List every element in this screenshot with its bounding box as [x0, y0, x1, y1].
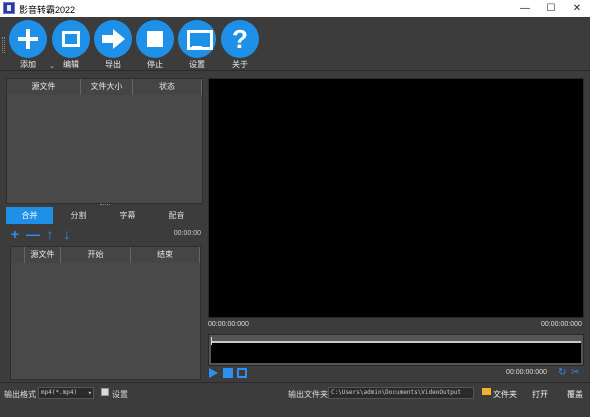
about-button[interactable]: ? 关于 [221, 20, 259, 72]
stop-button-label: 停止 [147, 60, 163, 69]
window-title: 影音转霸2022 [19, 5, 76, 15]
loop-icon[interactable]: ↻ [558, 368, 568, 378]
remove-segment-icon[interactable]: — [26, 227, 40, 241]
question-icon: ? [221, 20, 259, 58]
export-button[interactable]: 导出 [94, 20, 132, 72]
toolbar-grip[interactable] [2, 37, 5, 53]
tab-merge[interactable]: 合并 [6, 207, 53, 224]
time-end: 00:00:00:000 [541, 321, 582, 328]
column-segment-source[interactable]: 源文件 [25, 247, 61, 263]
output-folder-label: 输出文件夹 [288, 390, 328, 399]
export-button-label: 导出 [105, 60, 121, 69]
chevron-down-icon: ▾ [87, 389, 92, 397]
output-format-label: 输出格式 [4, 390, 36, 399]
tab-subtitle[interactable]: 字幕 [104, 207, 151, 224]
current-time: 00:00:00:000 [506, 369, 547, 376]
output-folder-path[interactable]: C:\Users\admin\Documents\VideoOutput [328, 387, 474, 399]
segment-time: 00:00:00 [173, 230, 201, 237]
plus-icon [9, 20, 47, 58]
minimize-button[interactable]: — [512, 0, 538, 17]
output-format-select[interactable]: mp4(*.mp4) ▾ [38, 387, 94, 399]
column-source-file[interactable]: 源文件 [7, 79, 81, 95]
timeline-playhead[interactable] [211, 337, 212, 345]
move-down-icon[interactable]: ↓ [60, 227, 74, 241]
monitor-icon [178, 20, 216, 58]
stop-button[interactable]: 停止 [136, 20, 174, 72]
segment-list[interactable]: 源文件 开始 结束 [10, 246, 201, 380]
play-icon[interactable] [209, 368, 218, 378]
app-logo-icon [3, 2, 15, 14]
status-bar: 输出格式 mp4(*.mp4) ▾ 设置 输出文件夹 C:\Users\admi… [0, 382, 590, 417]
move-up-icon[interactable]: ↑ [43, 227, 57, 241]
edit-button[interactable]: 编辑 [52, 20, 90, 72]
timeline[interactable] [208, 334, 584, 366]
mode-tabs: 合并 分割 字幕 配音 [6, 206, 203, 224]
open-folder-button[interactable]: 打开 [532, 389, 548, 400]
folder-icon [482, 388, 491, 395]
title-bar: 影音转霸2022 — ☐ ✕ [0, 0, 590, 17]
add-button-label: 添加 [20, 60, 36, 69]
about-button-label: 关于 [232, 60, 248, 69]
column-start[interactable]: 开始 [61, 247, 131, 263]
output-folder-value: C:\Users\admin\Documents\VideoOutput [331, 389, 462, 396]
maximize-button[interactable]: ☐ [538, 0, 564, 17]
segment-toolbar: + — ↑ ↓ 00:00:00 [6, 227, 203, 243]
tab-dubbing[interactable]: 配音 [153, 207, 200, 224]
overwrite-option[interactable]: 覆盖 [567, 389, 583, 400]
column-file-size[interactable]: 文件大小 [81, 79, 133, 95]
edit-button-label: 编辑 [63, 60, 79, 69]
timeline-track[interactable] [211, 341, 581, 363]
output-format-value: mp4(*.mp4) [41, 389, 78, 396]
film-icon [52, 20, 90, 58]
main-toolbar: 添加 ⌄ 编辑 导出 停止 设置 ? 关于 [0, 17, 590, 71]
time-start: 00:00:00:000 [208, 321, 249, 328]
add-button[interactable]: 添加 ⌄ [9, 20, 55, 72]
video-preview[interactable] [208, 78, 584, 318]
tab-split[interactable]: 分割 [55, 207, 102, 224]
browse-folder-button[interactable]: 文件夹 [493, 389, 517, 400]
arrow-right-icon [94, 20, 132, 58]
format-settings-checkbox[interactable] [101, 388, 109, 396]
column-end[interactable]: 结束 [131, 247, 200, 263]
settings-button-label: 设置 [189, 60, 205, 69]
stop-icon [136, 20, 174, 58]
scissors-icon[interactable]: ✂ [571, 368, 581, 378]
add-segment-icon[interactable]: + [8, 227, 22, 241]
settings-button[interactable]: 设置 [178, 20, 216, 72]
fullscreen-icon[interactable] [237, 368, 247, 378]
column-index [11, 247, 25, 263]
close-button[interactable]: ✕ [564, 0, 590, 17]
stop-playback-icon[interactable] [223, 368, 233, 378]
file-list[interactable]: 源文件 文件大小 状态 [6, 78, 203, 204]
format-settings-label[interactable]: 设置 [112, 389, 128, 400]
column-status[interactable]: 状态 [133, 79, 202, 95]
